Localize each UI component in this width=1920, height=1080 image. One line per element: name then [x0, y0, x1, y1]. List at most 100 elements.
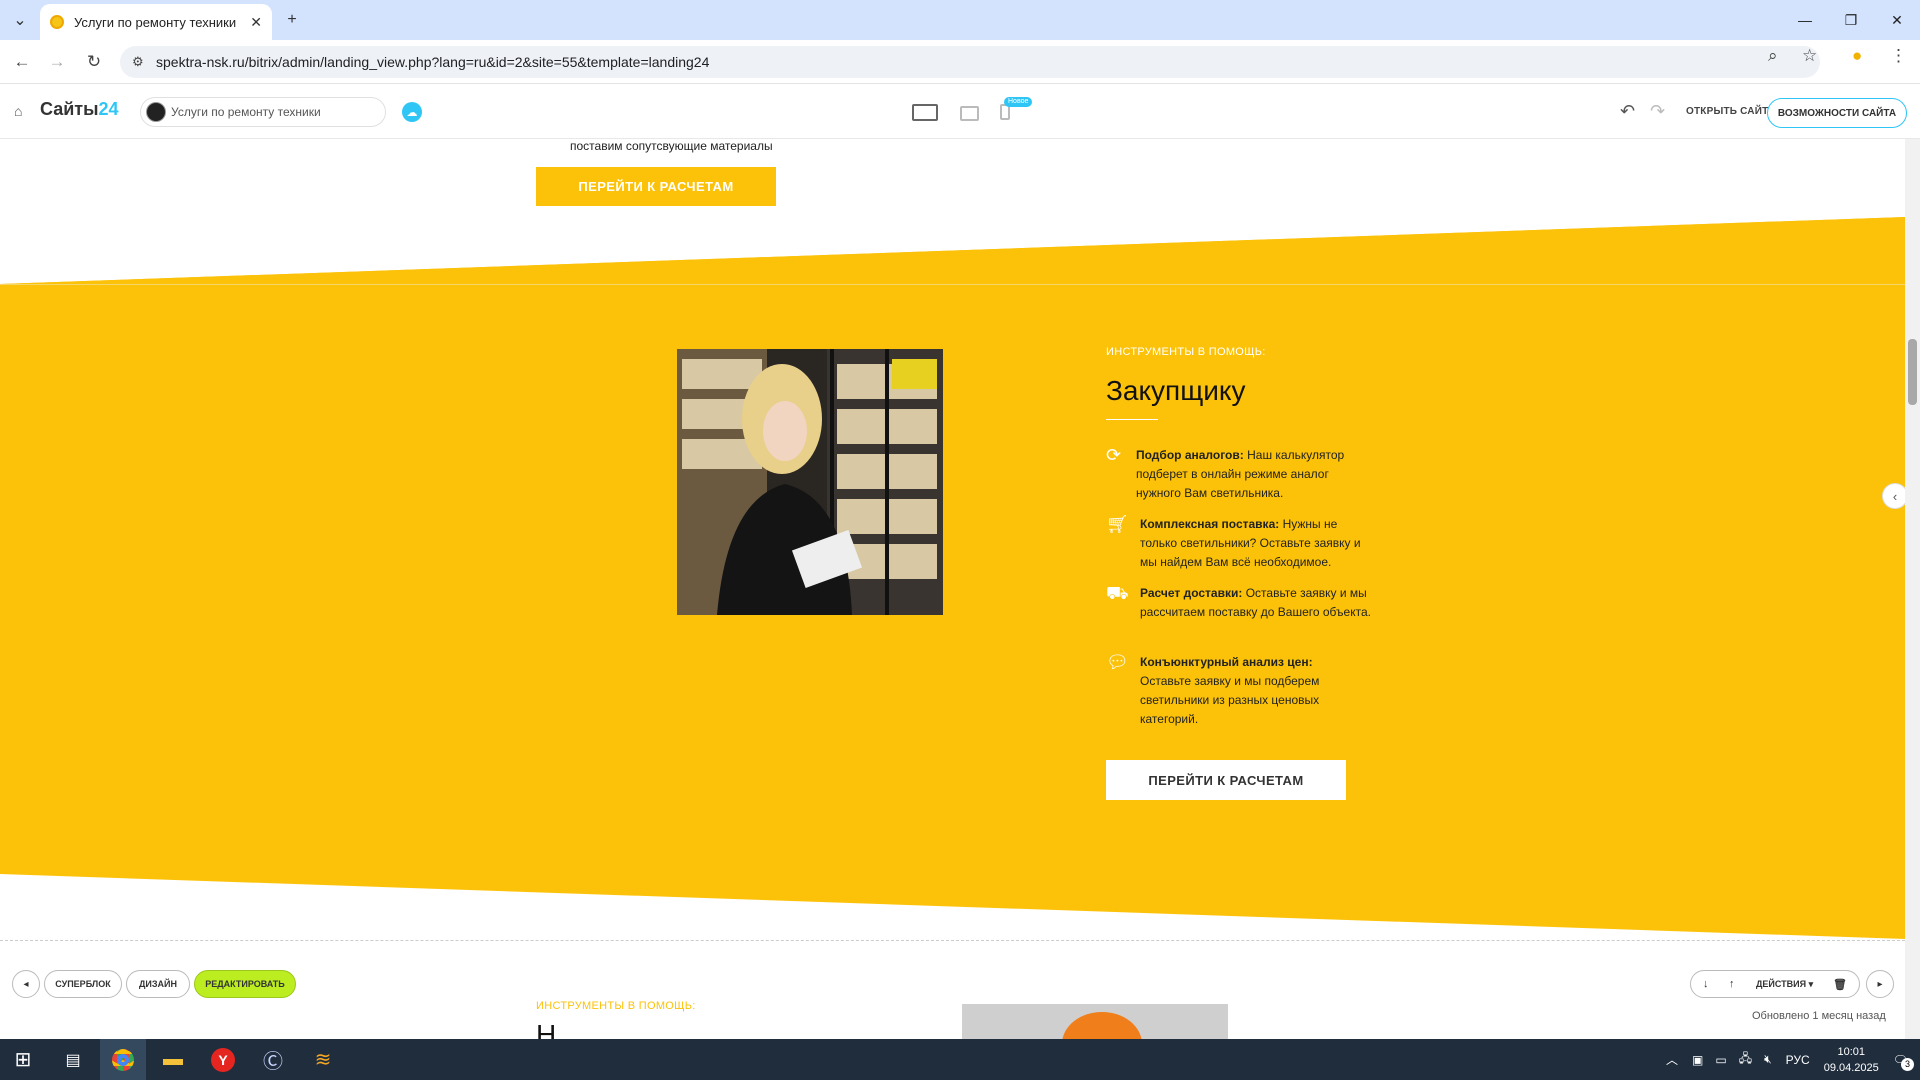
cart-icon: 🛒︎ — [1106, 514, 1129, 534]
chat-icon: 💬︎ — [1106, 652, 1129, 672]
refresh-icon: ⟳ — [1106, 445, 1122, 465]
reload-icon[interactable]: ↻ — [82, 50, 106, 74]
move-down-icon[interactable]: ↓ — [1703, 978, 1709, 990]
zoom-icon[interactable]: ⌕ — [1768, 46, 1778, 66]
browser-tab-bar: ⌄ Услуги по ремонту техники ✕ + — ❐ ✕ — [0, 0, 1920, 40]
move-up-icon[interactable]: ↑ — [1729, 978, 1735, 990]
buyer-photo-illustration — [677, 349, 943, 615]
browser-tab[interactable]: Услуги по ремонту техники ✕ — [40, 4, 272, 40]
tray-expand-icon[interactable]: ︿ — [1666, 1051, 1678, 1068]
undo-icon[interactable]: ↶ — [1620, 101, 1635, 122]
site-avatar — [146, 102, 166, 122]
edit-button[interactable]: РЕДАКТИРОВАТЬ — [194, 970, 296, 998]
section-heading: Закупщику — [1106, 375, 1246, 406]
site-features-button[interactable]: ВОЗМОЖНОСТИ САЙТА — [1767, 98, 1907, 128]
url-text: spektra-nsk.ru/bitrix/admin/landing_view… — [156, 54, 710, 70]
chrome-icon[interactable] — [100, 1039, 146, 1080]
feature-item: ⟳ Подбор аналогов: Наш калькулятор подбе… — [1106, 446, 1376, 503]
clock-time: 10:01 — [1837, 1045, 1865, 1058]
tab-search-icon[interactable]: ⌄ — [8, 8, 32, 32]
new-badge: Новое — [1004, 97, 1033, 107]
scrollbar-thumb[interactable] — [1908, 339, 1917, 405]
feature-title: Подбор аналогов: — [1136, 448, 1244, 462]
landing-page: поставим сопутсвующие материалы ПЕРЕЙТИ … — [0, 139, 1905, 1039]
block-actions-group: ↓ ↑ ДЕЙСТВИЯ ▾ 🗑︎ — [1690, 970, 1860, 998]
b24-logo[interactable]: Сайты24 — [40, 99, 119, 120]
menu-icon[interactable]: ⋮ — [1890, 46, 1907, 66]
restore-icon[interactable]: ❐ — [1828, 0, 1874, 40]
truck-icon: ⛟ — [1106, 583, 1129, 603]
actions-menu[interactable]: ДЕЙСТВИЯ ▾ — [1756, 979, 1813, 990]
buyer-photo — [677, 349, 943, 615]
tray-app-icon[interactable]: ▣ — [1692, 1053, 1703, 1067]
landing-editor-topbar: ⌂ Сайты24 Услуги по ремонту техники ☁ Но… — [0, 85, 1920, 139]
language-indicator[interactable]: РУС — [1786, 1053, 1810, 1067]
previous-block-text: поставим сопутсвующие материалы — [570, 139, 773, 153]
collapse-right-icon[interactable]: ▸ — [1866, 970, 1894, 998]
file-explorer-icon[interactable]: ▬ — [150, 1039, 196, 1080]
extension-icon[interactable]: ● — [1852, 46, 1862, 66]
actions-label: ДЕЙСТВИЯ — [1756, 979, 1807, 989]
desktop-view-icon[interactable] — [912, 104, 938, 121]
feature-title: Комплексная поставка: — [1140, 517, 1280, 531]
site-name: Услуги по ремонту техники — [171, 105, 321, 119]
previous-block-button[interactable]: ПЕРЕЙТИ К РАСЧЕТАМ — [536, 167, 776, 206]
notifications-icon[interactable]: 🗨︎ 3 — [1893, 1053, 1914, 1071]
clock-date: 09.04.2025 — [1823, 1061, 1879, 1074]
tab-close-icon[interactable]: ✕ — [250, 14, 262, 31]
system-tray: ︿ ▣ ▭ 🖧︎ 🔇︎ РУС 10:01 09.04.2025 🗨︎ 3 — [1666, 1039, 1920, 1080]
next-section-photo — [962, 1004, 1228, 1039]
volume-icon[interactable]: 🔇︎ — [1764, 1052, 1772, 1067]
layers-app-icon[interactable]: ≋ — [300, 1039, 346, 1080]
tab-title: Услуги по ремонту техники — [74, 14, 237, 30]
url-bar[interactable]: ⚙ spektra-nsk.ru/bitrix/admin/landing_vi… — [120, 46, 1820, 78]
start-icon[interactable]: ⊞ — [0, 1039, 46, 1080]
back-icon[interactable]: ← — [10, 50, 34, 74]
feature-title: Конъюнктурный анализ цен: — [1140, 655, 1313, 669]
updated-status: Обновлено 1 месяц назад — [1752, 1010, 1886, 1022]
favicon-icon — [50, 15, 64, 29]
page-scrollbar[interactable] — [1905, 139, 1920, 1039]
close-window-icon[interactable]: ✕ — [1874, 0, 1920, 40]
next-photo-illustration — [962, 1004, 1228, 1039]
bookmark-star-icon[interactable]: ☆ — [1802, 46, 1817, 66]
feature-title: Расчет доставки: — [1140, 586, 1243, 600]
collapse-left-icon[interactable]: ◂ — [12, 970, 40, 998]
band-divider — [0, 284, 1905, 285]
logo-num: 24 — [98, 99, 119, 119]
yandex-icon[interactable]: Y — [200, 1039, 246, 1080]
tray-monitor-icon[interactable]: ▭ — [1715, 1053, 1726, 1067]
sidebar-toggle-icon[interactable]: ‹ — [1882, 483, 1905, 509]
home-icon[interactable]: ⌂ — [14, 103, 22, 119]
next-section-heading: Н — [536, 1019, 557, 1039]
tablet-view-icon[interactable] — [960, 106, 979, 121]
address-toolbar: ← → ↻ ⚙ spektra-nsk.ru/bitrix/admin/land… — [0, 40, 1920, 84]
feature-item: ⛟ Расчет доставки: Оставьте заявку и мы … — [1106, 584, 1376, 622]
block-divider — [0, 940, 1905, 941]
windows-taskbar: ⊞ ▤ ▬ Y Ⓒ ≋ ︿ ▣ ▭ 🖧︎ 🔇︎ РУС 10:01 09.04.… — [0, 1039, 1920, 1080]
logo-text: Сайты — [40, 99, 99, 119]
next-section-eyebrow: ИНСТРУМЕНТЫ В ПОМОЩЬ: — [536, 1000, 696, 1012]
design-button[interactable]: ДИЗАЙН — [126, 970, 190, 998]
minimize-icon[interactable]: — — [1782, 0, 1828, 40]
delete-icon[interactable]: 🗑︎ — [1833, 978, 1847, 991]
redo-icon[interactable]: ↷ — [1650, 101, 1665, 122]
task-view-icon[interactable]: ▤ — [50, 1039, 96, 1080]
section-eyebrow: ИНСТРУМЕНТЫ В ПОМОЩЬ: — [1106, 346, 1266, 358]
network-icon[interactable]: 🖧︎ — [1739, 1049, 1752, 1070]
forward-icon[interactable]: → — [45, 50, 69, 74]
open-site-link[interactable]: ОТКРЫТЬ САЙТ — [1686, 106, 1768, 117]
feature-text: Оставьте заявку и мы подберем светильник… — [1140, 674, 1320, 726]
site-info-icon[interactable]: ⚙ — [132, 54, 144, 70]
site-selector[interactable]: Услуги по ремонту техники — [140, 97, 386, 127]
app-c-icon[interactable]: Ⓒ — [250, 1039, 296, 1080]
superblock-button[interactable]: СУПЕРБЛОК — [44, 970, 122, 998]
feature-item: 🛒︎ Комплексная поставка: Нужны не только… — [1106, 515, 1376, 572]
calculations-button[interactable]: ПЕРЕЙТИ К РАСЧЕТАМ — [1106, 760, 1346, 800]
yellow-slanted-band — [0, 217, 1905, 939]
cloud-icon[interactable]: ☁ — [402, 102, 422, 122]
notifications-count: 3 — [1901, 1057, 1914, 1071]
new-tab-button[interactable]: + — [280, 8, 304, 32]
clock[interactable]: 10:01 09.04.2025 — [1824, 1044, 1879, 1076]
heading-underline — [1106, 419, 1158, 420]
